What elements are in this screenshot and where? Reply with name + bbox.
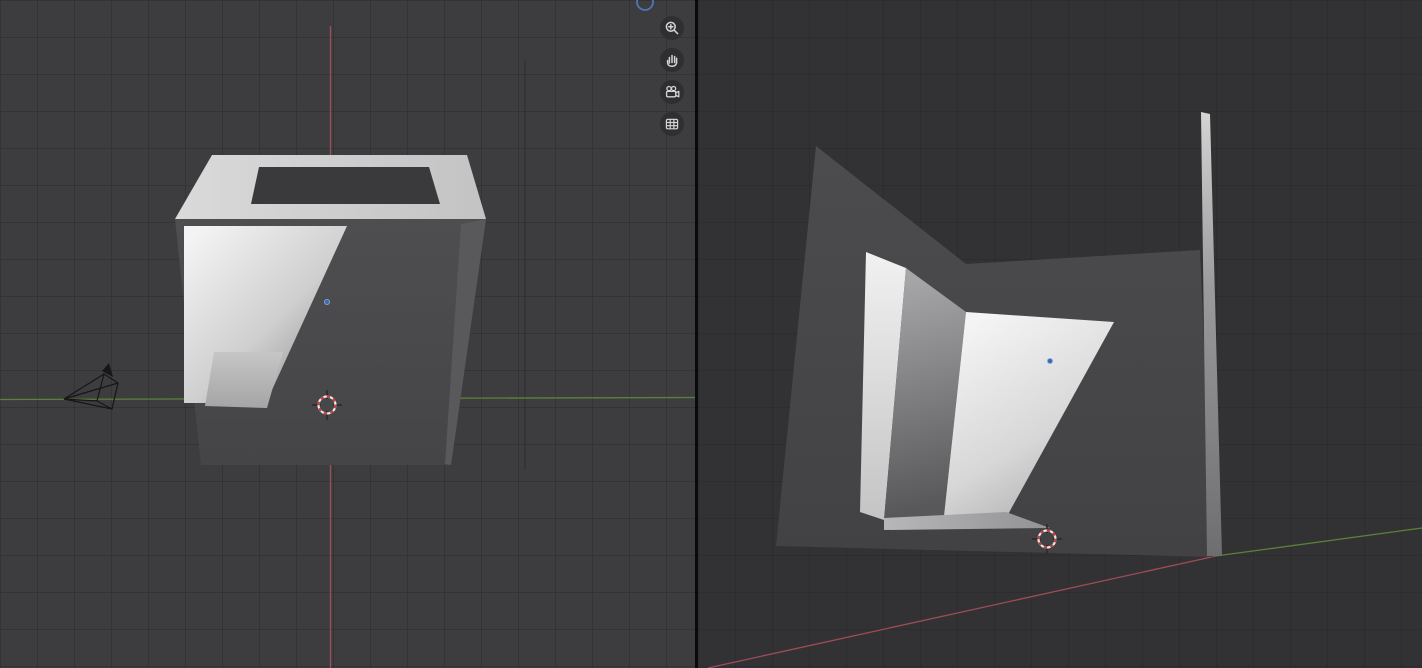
orthographic-grid-icon	[665, 118, 679, 130]
right-viewport[interactable]	[698, 0, 1422, 668]
camera-view-icon	[665, 85, 679, 98]
viewport-zoom-button[interactable]	[660, 16, 684, 40]
viewport-pan-button[interactable]	[660, 48, 684, 72]
object-origin-dot[interactable]	[323, 298, 331, 306]
viewport-camera-button[interactable]	[660, 80, 684, 104]
left-viewport-scene	[0, 0, 695, 668]
zoom-icon	[665, 21, 679, 35]
right-viewport-scene	[707, 112, 1422, 668]
viewport-toolbar	[660, 16, 684, 136]
cube-object[interactable]	[175, 155, 486, 465]
axis-green-line	[1215, 527, 1422, 557]
left-viewport[interactable]	[0, 0, 695, 668]
application-window	[0, 0, 1422, 668]
camera-gizmo[interactable]	[63, 363, 119, 410]
closeup-object[interactable]	[776, 112, 1222, 557]
object-origin-dot[interactable]	[1046, 357, 1054, 365]
viewport-projection-button[interactable]	[660, 112, 684, 136]
navigation-gizmo-ring[interactable]	[636, 0, 654, 11]
axis-red-line	[707, 555, 1217, 668]
pan-hand-icon	[666, 54, 678, 68]
